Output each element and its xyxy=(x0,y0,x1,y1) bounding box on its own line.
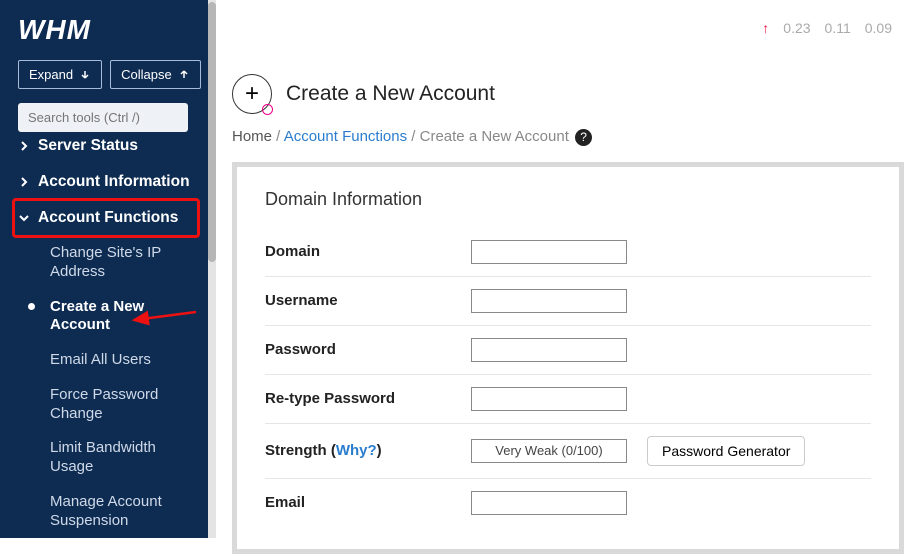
sidebar-item-server-status[interactable]: Server Status xyxy=(14,128,198,164)
domain-field[interactable] xyxy=(471,240,627,264)
breadcrumb: Home / Account Functions / Create a New … xyxy=(232,128,904,146)
crumb-account-functions[interactable]: Account Functions xyxy=(284,128,407,145)
expand-button[interactable]: Expand xyxy=(18,60,102,89)
account-functions-label: Account Functions xyxy=(38,209,178,227)
sidebar-item-force-password[interactable]: Force Password Change xyxy=(22,378,198,432)
sidebar-item-manage-suspension[interactable]: Manage Account Suspension xyxy=(22,485,198,539)
chevron-right-icon xyxy=(18,176,30,188)
chevron-right-icon xyxy=(18,140,30,152)
sidebar-item-create-account[interactable]: Create a New Account xyxy=(22,290,198,344)
main-content: ↑ 0.23 0.11 0.09 + Create a New Account … xyxy=(216,0,920,538)
panel-heading: Domain Information xyxy=(265,189,871,210)
sidebar-item-limit-bandwidth[interactable]: Limit Bandwidth Usage xyxy=(22,431,198,485)
collapse-button[interactable]: Collapse xyxy=(110,60,201,89)
username-label: Username xyxy=(265,292,471,309)
load-averages: ↑ 0.23 0.11 0.09 xyxy=(762,20,892,36)
sidebar-item-email-all[interactable]: Email All Users xyxy=(22,343,198,378)
row-domain: Domain xyxy=(265,228,871,277)
row-strength: Strength (Why?) Very Weak (0/100) Passwo… xyxy=(265,424,871,479)
email-label: Email xyxy=(265,494,471,511)
retype-password-field[interactable] xyxy=(471,387,627,411)
help-icon[interactable]: ? xyxy=(575,129,592,146)
sidebar-item-account-information[interactable]: Account Information xyxy=(14,164,198,200)
account-info-label: Account Information xyxy=(38,173,190,191)
row-email: Email xyxy=(265,479,871,527)
load-2: 0.11 xyxy=(825,20,851,36)
page-title: Create a New Account xyxy=(286,82,495,106)
load-3: 0.09 xyxy=(865,20,892,36)
username-field[interactable] xyxy=(471,289,627,313)
server-status-label: Server Status xyxy=(38,137,138,155)
email-field[interactable] xyxy=(471,491,627,515)
domain-info-panel: Domain Information Domain Username Passw… xyxy=(232,162,904,554)
collapse-label: Collapse xyxy=(121,67,172,82)
scrollbar-thumb[interactable] xyxy=(208,2,216,262)
arrow-down-icon xyxy=(79,69,91,81)
sidebar-nav: Server Status Account Information Accoun… xyxy=(14,128,198,538)
retype-label: Re-type Password xyxy=(265,390,471,407)
strength-text: Strength ( xyxy=(265,442,336,459)
row-password: Password xyxy=(265,326,871,375)
strength-close: ) xyxy=(377,442,382,459)
page-title-row: + Create a New Account xyxy=(232,74,904,114)
crumb-home[interactable]: Home xyxy=(232,128,272,145)
strength-label: Strength (Why?) xyxy=(265,442,471,459)
account-functions-submenu: Change Site's IP Address Create a New Ac… xyxy=(14,236,198,538)
expand-label: Expand xyxy=(29,67,73,82)
arrow-up-icon xyxy=(178,69,190,81)
password-generator-button[interactable]: Password Generator xyxy=(647,436,805,466)
add-account-icon: + xyxy=(232,74,272,114)
why-link[interactable]: Why? xyxy=(336,442,377,459)
expand-collapse-row: Expand Collapse xyxy=(18,60,198,89)
sidebar-item-account-functions[interactable]: Account Functions xyxy=(14,200,198,236)
whm-logo: WHM xyxy=(18,14,198,46)
row-retype: Re-type Password xyxy=(265,375,871,424)
load-1: 0.23 xyxy=(783,20,810,36)
up-arrow-icon: ↑ xyxy=(762,20,769,36)
password-label: Password xyxy=(265,341,471,358)
strength-meter: Very Weak (0/100) xyxy=(471,439,627,463)
sidebar-item-change-ip[interactable]: Change Site's IP Address xyxy=(22,236,198,290)
chevron-down-icon xyxy=(18,212,30,224)
password-field[interactable] xyxy=(471,338,627,362)
row-username: Username xyxy=(265,277,871,326)
sidebar: WHM Expand Collapse Server Status Accoun… xyxy=(0,0,216,538)
domain-label: Domain xyxy=(265,243,471,260)
search-input[interactable] xyxy=(18,103,188,132)
sidebar-scrollbar[interactable] xyxy=(208,0,216,538)
crumb-current: Create a New Account xyxy=(420,128,569,145)
